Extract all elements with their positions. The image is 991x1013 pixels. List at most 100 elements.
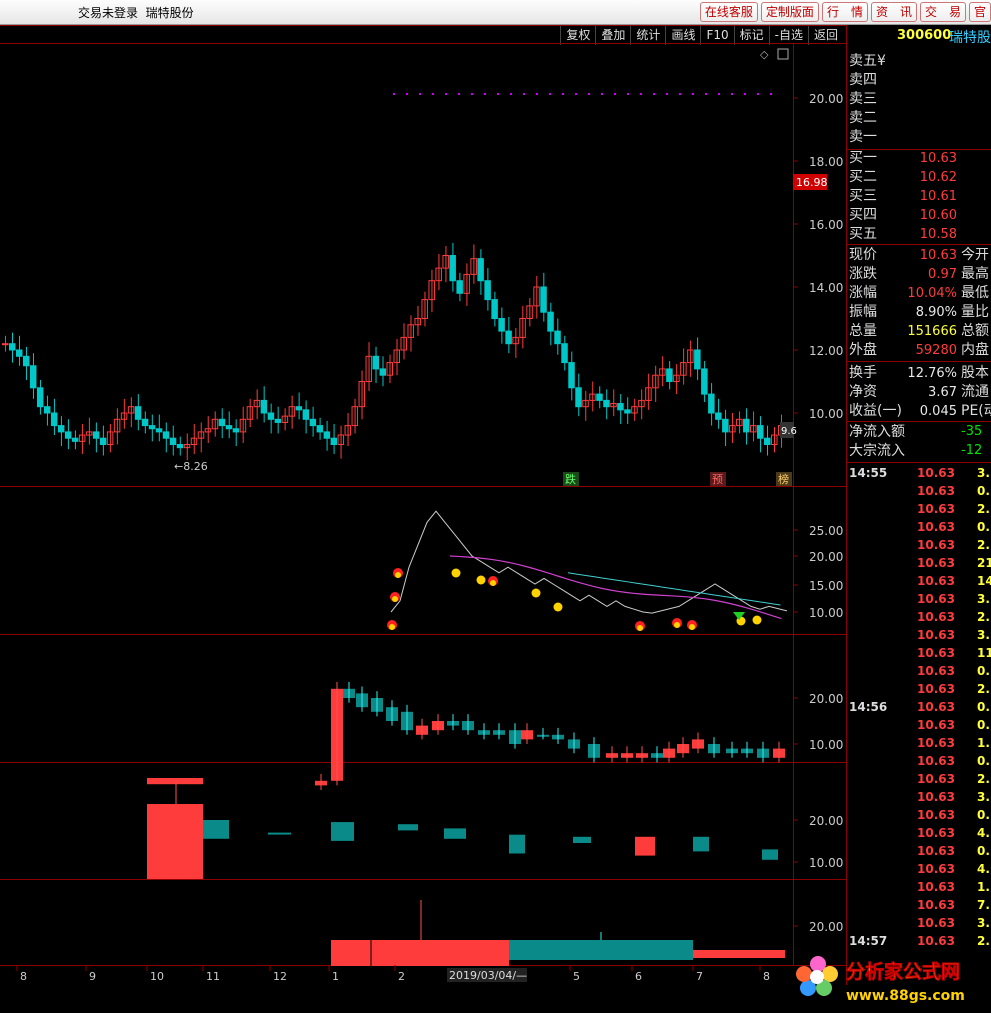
tick-price: 10.63 [917,484,955,498]
candle-body [267,412,275,420]
tick-volume: 1. [977,880,990,894]
tick-row: 10.63 21. [847,556,991,574]
tick-volume: 14. [977,574,991,588]
tick-price: 10.63 [917,934,955,948]
signal-dot [731,93,733,95]
quote-stat-label: 换手 [849,365,877,381]
candle-body [15,349,23,357]
top-button-3[interactable]: 资 讯 [870,2,917,22]
signal-core [689,624,695,630]
candle-body [8,343,16,351]
kline-chart-area[interactable]: 20.00 18.00 16.00 14.00 12.00 10.00 25.00 20.00… [0,25,846,985]
flow-value: -12 [961,443,983,458]
buy-level: 买五 10.58 [849,225,957,243]
quote-stat-value: 10.63 [919,248,957,263]
tick-volume: 11. [977,646,991,660]
candle-body [477,258,484,282]
tick-volume: 4. [977,826,990,840]
signal-dot [484,93,486,95]
tick-row: 10.63 0. [847,664,991,682]
signal-dot [614,93,616,95]
quote-header: 300600 瑞特股 [847,25,991,47]
date-label: 1 [332,970,339,983]
tick-row: 10.63 3. [847,790,991,808]
buy-level-value: 10.62 [919,170,957,185]
date-label: 8 [763,970,770,983]
ind3-tick-label: 10.00 [809,856,843,870]
buy-level: 买一 10.63 [849,149,957,167]
tick-volume: 3. [977,628,990,642]
current-price-badge-text: 16.98 [796,176,828,189]
signal-dot [523,93,525,95]
signal-yellow [553,602,563,612]
logo-url: www.88gs.com [846,988,965,1004]
sell-level: 卖三 [849,90,877,108]
signal-yellow [476,575,486,585]
sell-level-label: 卖四 [849,72,877,88]
tick-volume: 3. [977,466,990,480]
buy-level-value: 10.60 [919,208,957,223]
buy-level-label: 买三 [849,188,877,204]
signal-dot [744,93,746,95]
buy-level-label: 买四 [849,207,877,223]
tick-volume: 0. [977,484,990,498]
candle-body [547,311,554,332]
ind2-tick-label: 20.00 [809,692,843,706]
quote-stat-right-label: 总额 [961,323,989,339]
top-button-0[interactable]: 在线客服 [699,2,758,22]
tick-price: 10.63 [917,628,955,642]
buy-level: 买三 10.61 [849,187,957,205]
tick-volume: 1. [977,736,990,750]
candle-body [715,412,722,420]
ind4-bar [331,940,509,966]
candle-body [666,368,673,382]
candle-body [764,437,771,446]
tick-volume: 3. [977,790,990,804]
kline-chart[interactable]: 20.00 18.00 16.00 14.00 12.00 10.00 25.00 20.00… [0,25,846,985]
tick-row: 10.63 7. [847,898,991,916]
candle-body [456,280,463,294]
maximize-icon[interactable] [777,48,789,60]
tick-volume: 3. [977,592,990,606]
tick-time: 14:55 [849,466,888,480]
candle-body [379,368,387,376]
signal-dot [757,93,759,95]
price-tick-label: 18.00 [809,155,843,169]
quote-stat: 换手 12.76% 股本 [849,364,989,382]
signal-core [395,572,401,578]
flow-row: 大宗流入 -12 [849,442,982,460]
quote-stat-value: 12.76% [907,366,957,381]
candle-body [568,362,575,389]
flow-row: 净流入额 -35 [849,423,982,441]
low-price-marker: ←8.26 [174,460,208,473]
candle-body [617,403,624,411]
candle-body [372,355,380,370]
candle-body [316,425,324,433]
price-tick-label: 16.00 [809,218,843,232]
tick-price: 10.63 [917,646,955,660]
top-button-5[interactable]: 官 [968,2,991,22]
price-tick-label: 14.00 [809,281,843,295]
top-button-4[interactable]: 交 易 [919,2,966,22]
date-label: 10 [150,970,164,983]
quote-stat: 总量 151666 总额 [849,322,989,340]
sell-level: 卖二 [849,109,877,127]
candle-body [169,437,177,446]
top-button-1[interactable]: 定制版面 [760,2,819,22]
candle-body [575,387,582,408]
tick-price: 10.63 [917,664,955,678]
signal-dot [549,93,551,95]
date-label: 11 [206,970,220,983]
tick-row: 10.63 11. [847,646,991,664]
tick-price: 10.63 [917,574,955,588]
date-label: 5 [573,970,580,983]
signal-dot [718,93,720,95]
top-button-2[interactable]: 行 情 [821,2,868,22]
diamond-icon[interactable]: ◇ [760,48,769,61]
tick-volume: 0. [977,520,990,534]
panel-frames [0,25,846,966]
quote-stat: 涨跌 0.97 最高 [849,265,989,283]
quote-stat-label: 振幅 [849,304,877,320]
tick-price: 10.63 [917,538,955,552]
signal-yellow [451,568,461,578]
